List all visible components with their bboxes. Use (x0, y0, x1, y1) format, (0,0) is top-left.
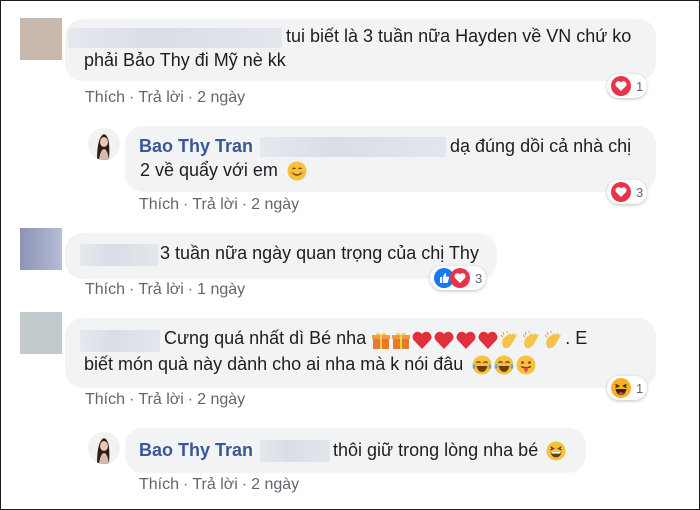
love-icon (611, 182, 631, 202)
reply-link[interactable]: Trả lời (138, 281, 183, 298)
avatar-blurred[interactable] (20, 18, 62, 60)
reaction-summary[interactable]: 1 (607, 376, 648, 400)
tag-blurred[interactable] (260, 137, 446, 157)
reply-link[interactable]: Trả lời (138, 391, 183, 408)
avatar-blurred[interactable] (20, 312, 62, 354)
avatar[interactable] (88, 128, 120, 160)
reaction-summary[interactable]: 1 (607, 74, 648, 98)
timestamp[interactable]: 2 ngày (251, 476, 299, 493)
tag-blurred[interactable] (260, 440, 330, 462)
author-name[interactable]: Bao Thy Tran (139, 440, 253, 461)
heart-icon (478, 331, 498, 349)
comment-text: dạ đúng dồi cả nhà chị (450, 136, 632, 156)
comment-text: biết món quà này dành cho ai nha mà k nó… (84, 354, 537, 376)
separator-dot: · (187, 281, 194, 298)
comment-text: tui biết là 3 tuần nữa Hayden về VN chứ … (286, 26, 632, 46)
comment-actions: Thích · Trả lời · 2 ngày (85, 391, 245, 409)
comment-actions: Thích · Trả lời · 2 ngày (139, 476, 299, 494)
separator-dot: · (241, 476, 248, 493)
avatar-image (88, 128, 120, 160)
like-link[interactable]: Thích (139, 476, 179, 493)
timestamp[interactable]: 2 ngày (197, 89, 245, 106)
like-link[interactable]: Thích (139, 196, 179, 213)
author-name-blurred[interactable] (80, 330, 160, 352)
reaction-summary[interactable]: 3 (430, 266, 487, 290)
like-link[interactable]: Thích (85, 89, 125, 106)
timestamp[interactable]: 1 ngày (197, 281, 245, 298)
separator-dot: · (129, 281, 135, 298)
avatar-image (88, 432, 120, 464)
heart-icon (412, 331, 432, 349)
comment-text: 3 tuần nữa ngày quan trọng của chị Thy (160, 243, 479, 263)
separator-dot: · (241, 196, 248, 213)
like-link[interactable]: Thích (85, 391, 125, 408)
haha-icon (611, 378, 631, 398)
comment-text: phải Bảo Thy đi Mỹ nè kk (84, 50, 286, 70)
smiling-face-icon (287, 161, 307, 181)
comment-actions: Thích · Trả lời · 2 ngày (85, 89, 245, 107)
tears-of-joy-icon (472, 355, 492, 375)
author-name-blurred[interactable] (80, 244, 158, 266)
love-icon (450, 268, 470, 288)
comment-actions: Thích · Trả lời · 2 ngày (139, 196, 299, 214)
grinning-squinting-face-icon (546, 441, 566, 461)
reply-link[interactable]: Trả lời (192, 476, 237, 493)
separator-dot: · (129, 391, 135, 408)
comment-text: Cưng quá nhất dì Bé nha . E (164, 328, 588, 350)
avatar[interactable] (88, 432, 120, 464)
emoji-row (371, 329, 565, 350)
reaction-count: 1 (636, 380, 644, 396)
love-icon (611, 76, 631, 96)
like-link[interactable]: Thích (85, 281, 125, 298)
heart-icon (434, 331, 454, 349)
author-name[interactable]: Bao Thy Tran (139, 136, 253, 157)
tongue-out-face-icon (516, 355, 536, 375)
author-name-blurred[interactable] (68, 28, 282, 48)
reply-link[interactable]: Trả lời (138, 89, 183, 106)
clapping-hands-icon (522, 330, 539, 349)
heart-icon (456, 331, 476, 349)
timestamp[interactable]: 2 ngày (197, 391, 245, 408)
reaction-summary[interactable]: 3 (607, 180, 648, 204)
timestamp[interactable]: 2 ngày (251, 196, 299, 213)
separator-dot: · (187, 89, 194, 106)
reaction-count: 3 (636, 184, 644, 200)
comment-text: 2 về quẩy với em (140, 160, 307, 181)
reaction-count: 3 (475, 270, 483, 286)
clapping-hands-icon (500, 330, 517, 349)
gift-icon (392, 332, 411, 349)
tears-of-joy-icon (494, 355, 514, 375)
comment-text: thôi giữ trong lòng nha bé (333, 440, 566, 461)
separator-dot: · (183, 196, 189, 213)
clapping-hands-icon (544, 330, 561, 349)
separator-dot: · (183, 476, 189, 493)
avatar-blurred[interactable] (20, 228, 62, 270)
separator-dot: · (129, 89, 135, 106)
reply-link[interactable]: Trả lời (192, 196, 237, 213)
gift-icon (372, 332, 391, 349)
reaction-count: 1 (636, 78, 644, 94)
separator-dot: · (187, 391, 194, 408)
comment-actions: Thích · Trả lời · 1 ngày (85, 281, 245, 299)
